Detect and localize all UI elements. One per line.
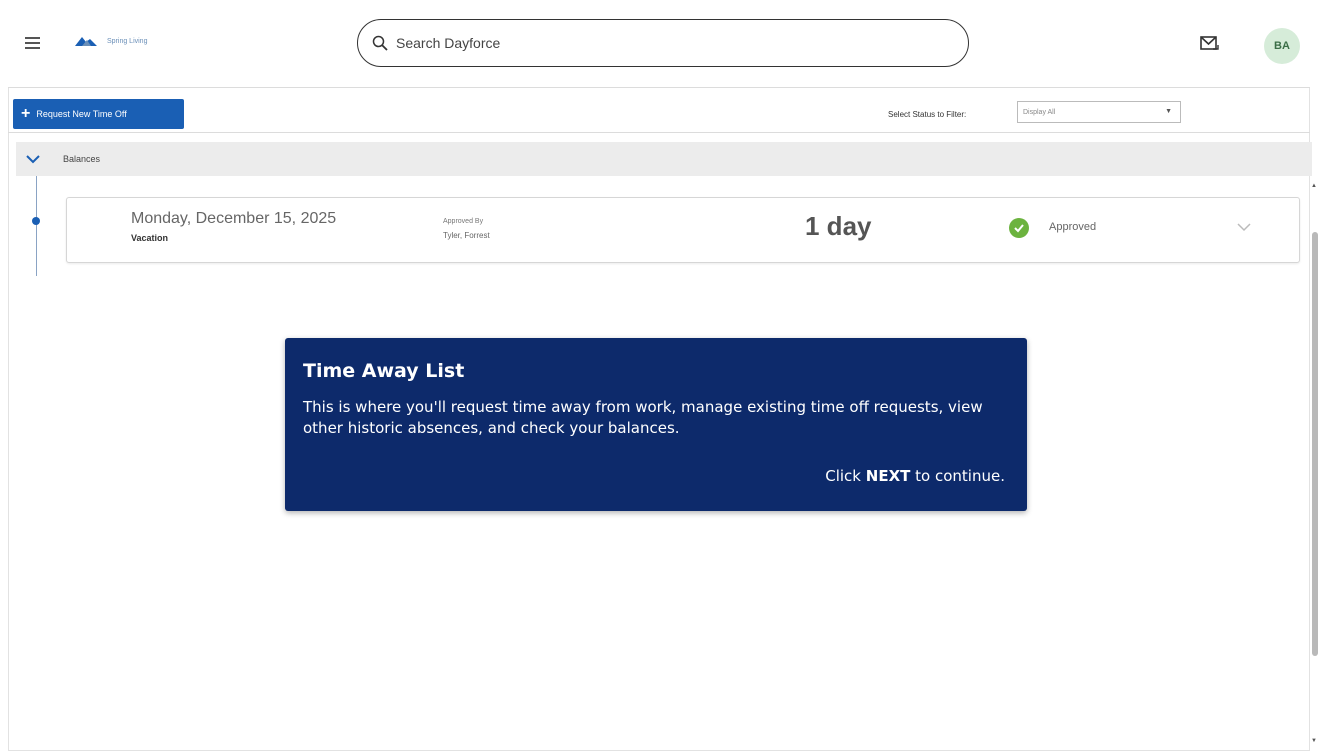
status-filter-value: Display All: [1023, 108, 1056, 116]
approved-by-label: Approved By: [443, 218, 484, 225]
tour-next-prefix: Click: [825, 467, 861, 485]
tour-next-keyword[interactable]: NEXT: [866, 467, 911, 485]
tour-body: This is where you'll request time away f…: [303, 398, 983, 437]
hamburger-menu-icon[interactable]: [25, 37, 40, 50]
approved-check-icon: [1009, 218, 1029, 238]
request-new-time-off-button[interactable]: + Request New Time Off: [13, 99, 184, 129]
tour-next-instruction: Click NEXT to continue.: [825, 467, 1005, 485]
time-off-card[interactable]: Monday, December 15, 2025 Vacation Appro…: [66, 197, 1300, 263]
timeline-dot: [32, 217, 40, 225]
status-filter-label: Select Status to Filter:: [888, 110, 967, 119]
scroll-down-arrow-icon[interactable]: ▼: [1311, 738, 1317, 744]
time-off-type: Vacation: [131, 233, 169, 243]
balances-label: Balances: [63, 154, 101, 164]
chevron-down-icon: [26, 155, 40, 164]
timeline-line: [36, 176, 37, 276]
scroll-up-arrow-icon[interactable]: ▲: [1311, 183, 1317, 189]
search-input[interactable]: [396, 35, 916, 51]
expand-chevron-icon[interactable]: [1237, 222, 1251, 232]
time-off-duration: 1 day: [805, 211, 872, 241]
tour-title: Time Away List: [303, 360, 465, 382]
approver-name: Tyler, Forrest: [443, 231, 490, 240]
search-bar[interactable]: [357, 19, 969, 67]
status-text: Approved: [1049, 221, 1097, 233]
status-filter-select[interactable]: Display All ▼: [1017, 101, 1181, 123]
logo-mark-icon: [75, 37, 97, 46]
request-button-label: Request New Time Off: [36, 109, 127, 119]
search-icon: [372, 35, 388, 51]
balances-section-header[interactable]: Balances: [16, 142, 1312, 176]
vertical-scrollbar-thumb[interactable]: [1312, 232, 1318, 656]
guided-tour-popup: Time Away List This is where you'll requ…: [285, 338, 1027, 511]
company-logo[interactable]: Spring Living: [73, 30, 173, 52]
tour-next-suffix: to continue.: [915, 467, 1005, 485]
logo-wordmark: Spring Living: [107, 37, 148, 45]
plus-icon: +: [21, 105, 31, 122]
toolbar: + Request New Time Off Select Status to …: [8, 89, 1310, 133]
user-avatar[interactable]: BA: [1264, 28, 1300, 64]
mail-icon[interactable]: [1200, 36, 1220, 52]
time-off-date: Monday, December 15, 2025: [131, 210, 337, 227]
dropdown-caret-icon: ▼: [1165, 108, 1172, 115]
